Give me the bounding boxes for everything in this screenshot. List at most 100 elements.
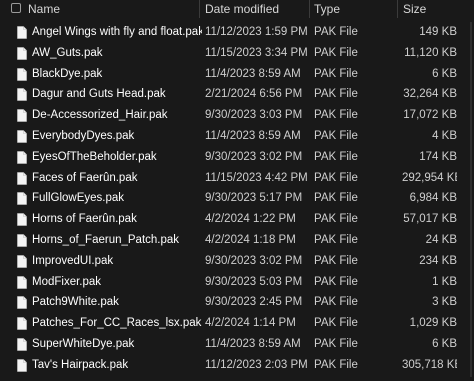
file-size: 174 KB	[419, 150, 457, 163]
file-type: PAK File	[314, 358, 358, 371]
file-type: PAK File	[314, 337, 358, 350]
file-date-modified: 11/12/2023 1:59 PM	[205, 26, 308, 38]
file-row[interactable]: AW_Guts.pak 11/15/2023 3:34 PM PAK File 11,…	[0, 43, 474, 64]
file-size: 305,718 KB	[402, 358, 457, 371]
file-size: 1 KB	[432, 275, 457, 288]
file-row[interactable]: BlackDye.pak 11/4/2023 8:59 AM PAK File 6 K…	[0, 64, 474, 85]
file-name: SuperWhiteDye.pak	[32, 337, 135, 350]
column-divider[interactable]	[397, 0, 398, 18]
file-name: FullGlowEyes.pak	[32, 192, 125, 205]
file-size: 11,120 KB	[404, 46, 457, 59]
file-date-modified: 11/15/2023 4:42 PM	[205, 171, 308, 184]
file-icon	[17, 254, 27, 268]
file-icon	[17, 296, 27, 310]
file-row[interactable]: Faces of Faerûn.pak 11/15/2023 4:42 PM PAK…	[0, 168, 474, 189]
file-size: 149 KB	[419, 26, 457, 38]
file-row[interactable]: De-Accessorized_Hair.pak 9/30/2023 3:03 P…	[0, 105, 474, 126]
file-row[interactable]: EyesOfTheBeholder.pak 9/30/2023 3:02 PM PA…	[0, 147, 474, 168]
file-size: 6 KB	[432, 337, 457, 350]
file-row[interactable]: Angel Wings with fly and float.pak 11/12/…	[0, 22, 474, 43]
file-date-modified: 9/30/2023 3:02 PM	[205, 254, 303, 267]
file-date-modified: 4/2/2024 1:14 PM	[205, 317, 296, 330]
file-list: Angel Wings with fly and float.pak 11/12/…	[0, 22, 474, 376]
file-size: 4 KB	[432, 129, 457, 142]
file-name: BlackDye.pak	[32, 67, 103, 80]
file-name: EverybodyDyes.pak	[32, 129, 135, 142]
file-date-modified: 9/30/2023 5:17 PM	[205, 192, 303, 205]
select-all-checkbox[interactable]	[11, 3, 21, 13]
file-name: Patches_For_CC_Races_lsx.pak	[32, 317, 202, 330]
file-size: 6 KB	[432, 67, 457, 80]
column-header-date[interactable]: Date modified	[205, 0, 279, 18]
file-row[interactable]: FullGlowEyes.pak 9/30/2023 5:17 PM PAK Fil…	[0, 188, 474, 209]
file-icon	[17, 109, 27, 122]
file-name: Horns_of_Faerun_Patch.pak	[32, 233, 180, 246]
file-row[interactable]: Dagur and Guts Head.pak 2/21/2024 6:56 PM…	[0, 84, 474, 105]
file-icon	[17, 26, 27, 39]
file-date-modified: 4/2/2024 1:18 PM	[205, 233, 296, 246]
column-header-type[interactable]: Type	[314, 0, 340, 18]
file-size: 3 KB	[432, 296, 457, 309]
file-type: PAK File	[314, 213, 358, 226]
file-size: 57,017 KB	[403, 213, 457, 226]
file-icon	[17, 192, 27, 206]
file-type: PAK File	[314, 317, 358, 330]
file-type: PAK File	[314, 150, 358, 163]
file-type: PAK File	[314, 67, 358, 80]
file-row[interactable]: Tav's Hairpack.pak 11/12/2023 2:03 PM PAK …	[0, 355, 474, 376]
file-type: PAK File	[314, 171, 358, 184]
file-type: PAK File	[314, 296, 358, 309]
file-icon	[17, 213, 27, 226]
file-date-modified: 9/30/2023 3:03 PM	[205, 109, 303, 122]
file-type: PAK File	[314, 192, 358, 205]
file-name: Patch9White.pak	[32, 296, 119, 309]
file-row[interactable]: Horns_of_Faerun_Patch.pak 4/2/2024 1:18 P…	[0, 230, 474, 251]
file-date-modified: 2/21/2024 6:56 PM	[205, 88, 303, 101]
file-size: 234 KB	[419, 254, 457, 267]
file-row[interactable]: ModFixer.pak 9/30/2023 5:03 PM PAK File 1 K…	[0, 272, 474, 293]
file-icon	[17, 171, 27, 185]
column-header-size[interactable]: Size	[403, 0, 426, 18]
file-icon	[17, 338, 27, 351]
file-date-modified: 11/4/2023 8:59 AM	[205, 129, 301, 142]
file-row[interactable]: SuperWhiteDye.pak 11/4/2023 8:59 AM PAK Fi…	[0, 334, 474, 355]
file-type: PAK File	[314, 109, 358, 122]
file-row[interactable]: Patches_For_CC_Races_lsx.pak 4/2/2024 1:1…	[0, 313, 474, 334]
file-date-modified: 11/12/2023 2:03 PM	[205, 358, 308, 371]
file-date-modified: 9/30/2023 2:45 PM	[205, 296, 303, 309]
file-type: PAK File	[314, 129, 358, 142]
file-icon	[17, 150, 27, 164]
file-date-modified: 11/4/2023 8:59 AM	[205, 337, 301, 350]
file-icon	[17, 130, 27, 143]
file-date-modified: 9/30/2023 5:03 PM	[205, 275, 303, 288]
file-date-modified: 9/30/2023 3:02 PM	[205, 150, 303, 163]
file-row[interactable]: Horns of Faerûn.pak 4/2/2024 1:22 PM PAK F…	[0, 209, 474, 230]
file-name: AW_Guts.pak	[32, 46, 103, 59]
file-icon	[17, 317, 27, 330]
vertical-scrollbar[interactable]	[470, 22, 472, 377]
file-size: 32,264 KB	[403, 88, 457, 101]
column-header-name[interactable]: Name	[28, 0, 60, 18]
file-row[interactable]: ImprovedUI.pak 9/30/2023 3:02 PM PAK File 2…	[0, 251, 474, 272]
file-size: 292,954 KB	[402, 171, 457, 184]
file-type: PAK File	[314, 88, 358, 101]
file-name: Horns of Faerûn.pak	[32, 213, 137, 226]
file-name: Faces of Faerûn.pak	[32, 171, 138, 184]
file-icon	[17, 234, 27, 247]
file-name: Tav's Hairpack.pak	[32, 358, 129, 371]
file-row[interactable]: Patch9White.pak 9/30/2023 2:45 PM PAK File…	[0, 292, 474, 313]
column-divider[interactable]	[199, 0, 200, 18]
file-name: ModFixer.pak	[32, 275, 102, 288]
file-type: PAK File	[314, 233, 358, 246]
file-type: PAK File	[314, 275, 358, 288]
column-divider[interactable]	[309, 0, 310, 18]
file-type: PAK File	[314, 254, 358, 267]
file-row[interactable]: EverybodyDyes.pak 11/4/2023 8:59 AM PAK Fi…	[0, 126, 474, 147]
file-size: 24 KB	[425, 233, 457, 246]
file-name: ImprovedUI.pak	[32, 254, 114, 267]
file-icon	[17, 275, 27, 289]
file-type: PAK File	[314, 46, 358, 59]
file-date-modified: 11/15/2023 3:34 PM	[205, 46, 308, 59]
file-icon	[17, 88, 27, 102]
column-header: Name Date modified Type Size	[0, 0, 474, 18]
